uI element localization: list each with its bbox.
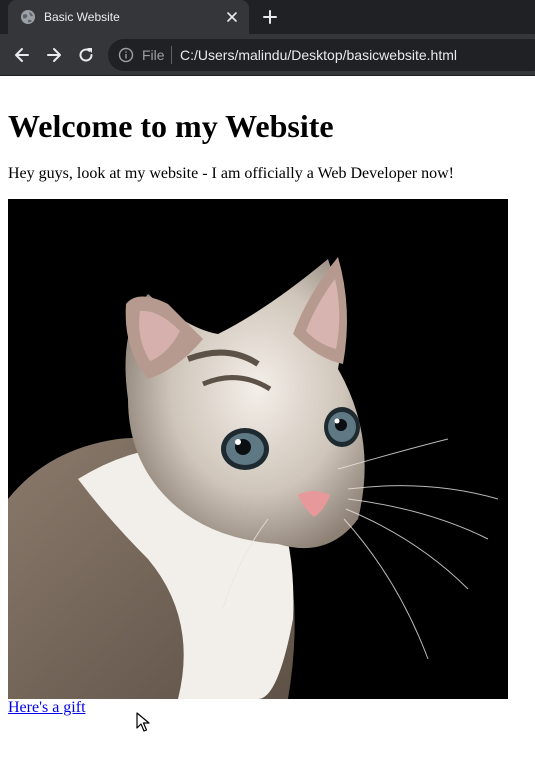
gift-link[interactable]: Here's a gift <box>8 699 86 717</box>
reload-icon[interactable] <box>76 45 96 65</box>
info-icon[interactable] <box>118 47 134 63</box>
forward-arrow-icon[interactable] <box>44 45 64 65</box>
url-text[interactable]: C:/Users/malindu/Desktop/basicwebsite.ht… <box>180 47 457 63</box>
browser-toolbar: File C:/Users/malindu/Desktop/basicwebsi… <box>0 34 535 76</box>
plus-icon[interactable] <box>260 7 280 27</box>
address-separator <box>171 46 172 64</box>
cat-photo <box>8 199 508 699</box>
tab-basic-website[interactable]: Basic Website <box>8 0 249 34</box>
page-paragraph: Hey guys, look at my website - I am offi… <box>8 165 454 182</box>
arrow-cursor-icon <box>136 712 150 732</box>
close-icon[interactable] <box>223 8 241 26</box>
tab-strip: Basic Website <box>0 0 535 34</box>
page-heading: Welcome to my Website <box>8 108 334 144</box>
back-arrow-icon[interactable] <box>12 45 32 65</box>
address-bar[interactable]: File C:/Users/malindu/Desktop/basicwebsi… <box>108 39 535 71</box>
scheme-label: File <box>142 47 165 63</box>
globe-icon <box>21 10 35 24</box>
tab-title: Basic Website <box>44 10 120 24</box>
